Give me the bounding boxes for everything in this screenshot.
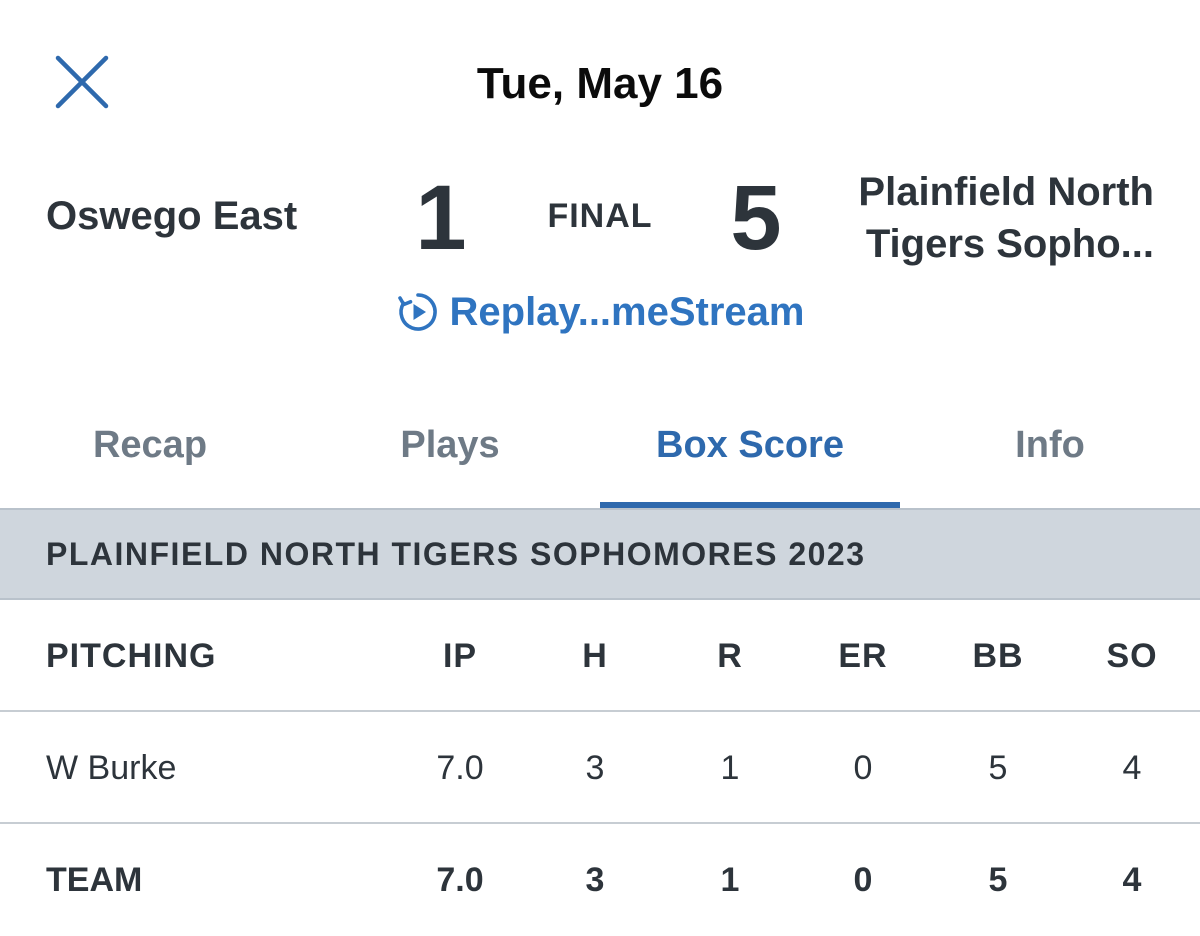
column-header-h: H — [582, 637, 608, 675]
home-team-name-line2: Tigers Sopho... — [865, 222, 1154, 266]
page-title: Tue, May 16 — [476, 59, 724, 108]
tab-bar: Recap Plays Box Score Info — [0, 400, 1200, 508]
column-header-ip: IP — [442, 637, 478, 675]
cell-bb: 5 — [988, 749, 1008, 787]
header: Tue, May 16 — [0, 0, 1200, 170]
cell-h: 3 — [585, 749, 605, 787]
column-header-r: R — [717, 637, 743, 675]
replay-icon — [396, 290, 440, 334]
tab-plays[interactable]: Plays — [300, 400, 600, 508]
team-total-label: TEAM — [46, 861, 143, 899]
home-team-score: 5 — [730, 167, 782, 269]
tab-info[interactable]: Info — [900, 400, 1200, 508]
column-header-er: ER — [838, 637, 888, 675]
cell-ip: 7.0 — [436, 749, 484, 787]
game-status: FINAL — [547, 197, 653, 235]
replay-label: Replay...meStream — [449, 290, 805, 334]
table-header-row: PITCHING IP H R ER BB SO — [0, 600, 1200, 712]
cell-r: 1 — [720, 749, 740, 787]
away-team-score: 1 — [415, 167, 467, 269]
total-er: 0 — [853, 861, 873, 899]
table-row[interactable]: W Burke 7.0 3 1 0 5 4 — [0, 712, 1200, 824]
column-header-bb: BB — [972, 637, 1024, 675]
column-header-pitching: PITCHING — [46, 637, 217, 675]
total-h: 3 — [585, 861, 605, 899]
team-section-title: PLAINFIELD NORTH TIGERS SOPHOMORES 2023 — [46, 536, 866, 572]
team-total-row: TEAM 7.0 3 1 0 5 4 — [0, 824, 1200, 936]
home-team-name: Plainfield North Tigers Sopho... — [794, 166, 1154, 270]
cell-er: 0 — [853, 749, 873, 787]
column-header-so: SO — [1106, 637, 1158, 675]
total-ip: 7.0 — [436, 861, 484, 899]
total-r: 1 — [720, 861, 740, 899]
tab-recap[interactable]: Recap — [0, 400, 300, 508]
tab-box-score[interactable]: Box Score — [600, 400, 900, 508]
away-team-name: Oswego East — [46, 194, 298, 238]
team-section-header: PLAINFIELD NORTH TIGERS SOPHOMORES 2023 — [0, 508, 1200, 600]
cell-so: 4 — [1122, 749, 1142, 787]
replay-link[interactable]: Replay...meStream — [0, 286, 1200, 338]
home-team-name-line1: Plainfield North — [858, 170, 1154, 214]
total-so: 4 — [1122, 861, 1142, 899]
total-bb: 5 — [988, 861, 1008, 899]
pitching-table: PITCHING IP H R ER BB SO W Burke 7.0 3 1… — [0, 600, 1200, 936]
player-name: W Burke — [46, 749, 177, 787]
